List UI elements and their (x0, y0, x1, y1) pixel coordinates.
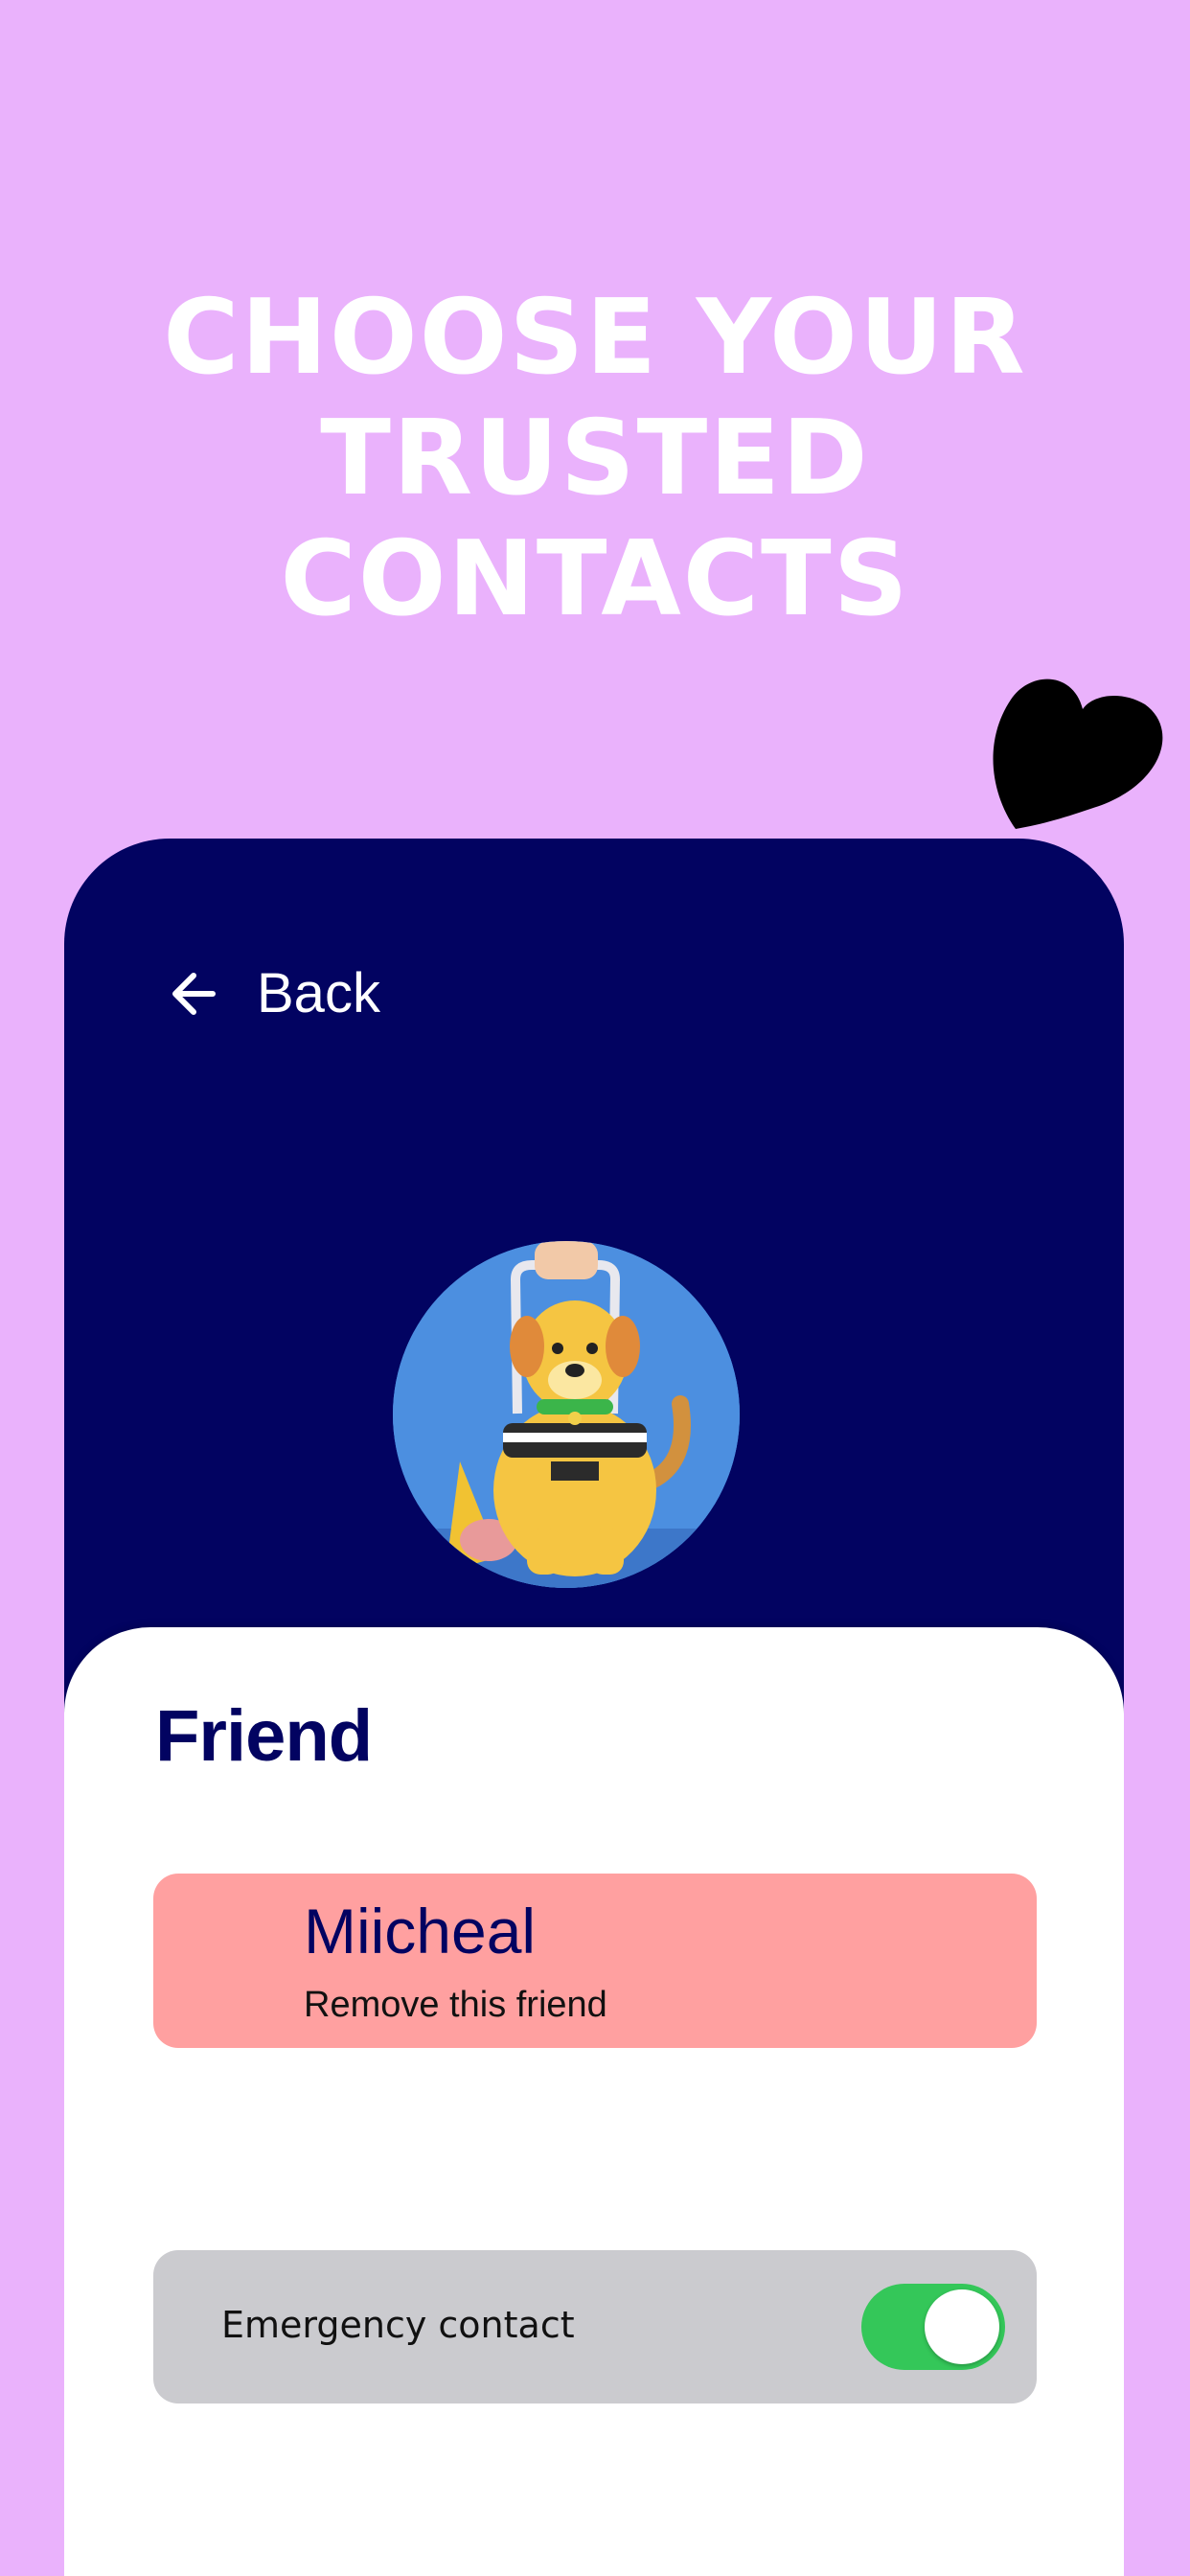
friend-sheet: Friend Miicheal Remove this friend Emerg… (64, 1627, 1124, 2576)
heart-icon (993, 678, 1163, 829)
emergency-contact-label: Emergency contact (221, 2304, 575, 2346)
back-label: Back (257, 962, 380, 1024)
headline: CHOOSE YOUR TRUSTED CONTACTS (0, 278, 1190, 640)
sheet-title: Friend (155, 1695, 373, 1777)
headline-line-3: CONTACTS (280, 519, 910, 639)
phone-panel: Back Friend Miicheal Remove this friend … (64, 839, 1124, 2576)
friend-card[interactable]: Miicheal Remove this friend (153, 1874, 1037, 2048)
headline-line-2: TRUSTED (320, 399, 870, 518)
emergency-contact-row: Emergency contact (153, 2250, 1037, 2404)
toggle-knob (925, 2289, 999, 2364)
remove-friend-link[interactable]: Remove this friend (304, 1985, 607, 2026)
emergency-contact-toggle[interactable] (861, 2284, 1005, 2370)
dog-avatar-icon (393, 1241, 740, 1588)
arrow-left-icon (172, 972, 216, 1015)
back-button[interactable]: Back (165, 961, 380, 1025)
headline-line-1: CHOOSE YOUR (163, 278, 1027, 398)
friend-name: Miicheal (304, 1896, 537, 1966)
